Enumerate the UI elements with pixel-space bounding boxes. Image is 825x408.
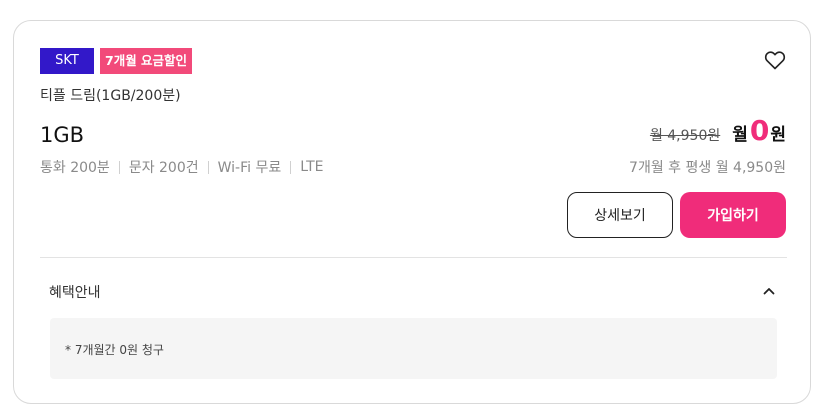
benefit-title: 혜택안내: [49, 285, 101, 301]
spec-network: LTE: [300, 159, 324, 175]
spec-list: 통화 200분 문자 200건 Wi-Fi 무료 LTE: [40, 157, 324, 177]
benefit-panel: * 7개월간 0원 청구: [50, 318, 777, 379]
spec-call: 통화 200분: [40, 160, 110, 176]
benefit-text: * 7개월간 0원 청구: [65, 343, 164, 357]
price-row: 월 4,950원 월 0 원: [649, 114, 786, 147]
plan-card: SKT 7개월 요금할인 티플 드림(1GB/200분) 1GB 통화 200분…: [13, 20, 811, 404]
price-prefix: 월: [732, 125, 748, 145]
price-suffix: 원: [770, 125, 786, 145]
join-button[interactable]: 가입하기: [680, 192, 786, 238]
after-discount-price: 7개월 후 평생 월 4,950원: [629, 160, 786, 176]
spec-divider: [290, 160, 292, 174]
sale-price: 0: [749, 114, 770, 147]
heart-icon[interactable]: [763, 48, 787, 72]
detail-button[interactable]: 상세보기: [567, 192, 673, 238]
original-price: 월 4,950원: [649, 128, 721, 144]
spec-divider: [118, 160, 120, 174]
badge-group: SKT 7개월 요금할인: [40, 48, 193, 74]
divider: [40, 257, 787, 258]
carrier-badge: SKT: [40, 48, 94, 74]
promo-badge: 7개월 요금할인: [100, 48, 193, 74]
plan-name: 티플 드림(1GB/200분): [40, 88, 181, 104]
spec-wifi: Wi-Fi 무료: [217, 160, 282, 176]
benefit-toggle[interactable]: 혜택안내: [40, 271, 787, 311]
spec-sms: 문자 200건: [128, 160, 199, 176]
chevron-up-icon[interactable]: [761, 283, 777, 299]
spec-divider: [207, 160, 209, 174]
data-amount: 1GB: [40, 123, 85, 147]
